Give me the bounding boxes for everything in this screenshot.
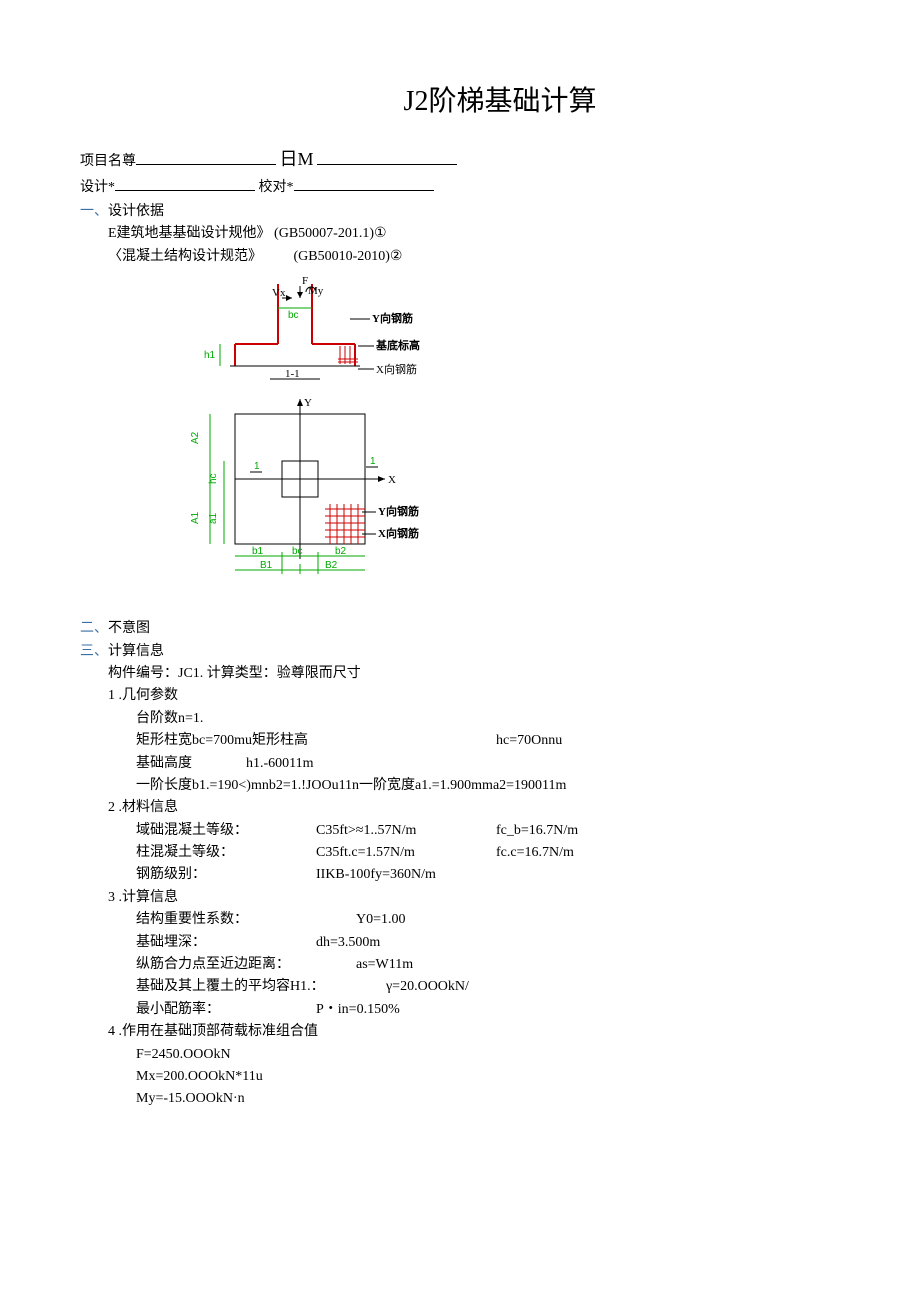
geom-h1a: 基础高度 xyxy=(136,753,246,775)
section-1: 一、设计依据 xyxy=(80,201,840,223)
calc-r4a: 基础及其上覆土的平均容H1.： xyxy=(136,976,386,998)
dim-bc-top: bc xyxy=(288,310,299,321)
sec3-h4: 4 .作用在基础顶部荷载标准组合值 xyxy=(108,1021,840,1043)
mat-r1c: fc_b=16.7N/m xyxy=(496,820,676,842)
mat-r2a: 柱混凝土等级： xyxy=(136,842,316,864)
mat-r2c: fc.c=16.7N/m xyxy=(496,842,676,864)
lbl-sec11: 1-1 xyxy=(285,368,300,380)
mat-r1a: 域础混凝土等级： xyxy=(136,820,316,842)
calc-r5a: 最小配筋率： xyxy=(136,999,316,1021)
mat-r1: 域础混凝土等级： C35ft>≈1..57N/m fc_b=16.7N/m xyxy=(136,820,840,842)
mat-r3a: 钢筋级别： xyxy=(136,864,316,886)
dim-A2: A2 xyxy=(190,431,201,444)
sec3-title: 计算信息 xyxy=(108,644,164,659)
dim-b2: b2 xyxy=(335,546,347,557)
lbl-yrebar2: Y向钢筋 xyxy=(378,504,419,518)
geom-bc-row: 矩形柱宽bc=700mu矩形柱高 hc=70Onnu xyxy=(136,730,840,752)
foundation-diagram: F My Vx bc h1 Y向钢筋 基底标高 X向钢筋 1-1 Y X 1 1 xyxy=(190,274,840,614)
ref2-text: 〈混凝土结构设计规范》 xyxy=(108,249,262,264)
mat-r1b: C35ft>≈1..57N/m xyxy=(316,820,496,842)
geom-b: 一阶长度b1.=190<)mnb2=1.!JOOu11n一阶宽度a1.=1.90… xyxy=(136,775,840,797)
geom-h1b: h1.-60011m xyxy=(246,753,314,775)
lbl-xrebar: X向钢筋 xyxy=(376,362,417,376)
calc-r3a: 纵筋合力点至近边距离： xyxy=(136,954,356,976)
calc-r1: 结构重要性系数： Y0=1.00 xyxy=(136,909,840,931)
calc-r2b: dh=3.500m xyxy=(316,932,380,954)
geom-steps: 台阶数n=1. xyxy=(136,708,840,730)
designer-label: 设计* xyxy=(80,180,115,195)
load-mx: Mx=200.OOOkN*11u xyxy=(136,1066,840,1088)
calc-r5b: P・in=0.150% xyxy=(316,999,400,1021)
mat-r3b: IIKB-100fy=360N/m xyxy=(316,864,496,886)
calc-r5: 最小配筋率： P・in=0.150% xyxy=(136,999,840,1021)
dim-h1: h1 xyxy=(204,350,216,361)
date-label: 日M xyxy=(280,149,314,169)
calc-r4: 基础及其上覆土的平均容H1.： γ=20.OOOkN/ xyxy=(136,976,840,998)
sec2-num: 二、 xyxy=(80,621,108,636)
project-row: 项目名尊 日M xyxy=(80,145,840,174)
load-f: F=2450.OOOkN xyxy=(136,1044,840,1066)
geom-hc: hc=70Onnu xyxy=(496,730,562,752)
dim-a1: a1 xyxy=(208,513,219,525)
sec3-line0: 构件编号：JC1. 计算类型：验尊限而尺寸 xyxy=(108,663,840,685)
date-blank xyxy=(317,150,457,165)
dim-b1: b1 xyxy=(252,546,264,557)
lbl-one-l: 1 xyxy=(254,461,260,472)
lbl-one-r: 1 xyxy=(370,456,376,467)
load-my: My=-15.OOOkN·n xyxy=(136,1088,840,1110)
lbl-Y: Y xyxy=(304,397,312,409)
lbl-baselevel: 基底标高 xyxy=(375,338,420,352)
calc-r1b: Y0=1.00 xyxy=(356,909,406,931)
mat-r2: 柱混凝土等级： C35ft.c=1.57N/m fc.c=16.7N/m xyxy=(136,842,840,864)
sec1-num: 一、 xyxy=(80,204,108,219)
designer-row: 设计* 校对* xyxy=(80,176,840,199)
designer-blank xyxy=(115,176,255,191)
ref2-code: (GB50010-2010)② xyxy=(294,249,403,264)
dim-A1: A1 xyxy=(190,511,201,524)
geom-h1-row: 基础高度 h1.-60011m xyxy=(136,753,840,775)
mat-r3: 钢筋级别： IIKB-100fy=360N/m xyxy=(136,864,840,886)
dim-B1: B1 xyxy=(260,560,273,571)
calc-r2a: 基础埋深： xyxy=(136,932,316,954)
section-2: 二、不意图 xyxy=(80,618,840,640)
calc-r4b: γ=20.OOOkN/ xyxy=(386,976,469,998)
sec1-title: 设计依据 xyxy=(108,204,164,219)
checker-blank xyxy=(294,176,434,191)
lbl-xrebar2: X向钢筋 xyxy=(378,526,419,540)
lbl-yrebar: Y向钢筋 xyxy=(372,311,413,325)
calc-r3b: as=W11m xyxy=(356,954,413,976)
dim-hc: hc xyxy=(208,474,219,485)
calc-r1a: 结构重要性系数： xyxy=(136,909,356,931)
sec2-title: 不意图 xyxy=(108,621,150,636)
sec3-h1: 1 .几何参数 xyxy=(108,685,840,707)
lbl-Vx: Vx xyxy=(272,287,286,299)
lbl-X: X xyxy=(388,474,396,486)
sec3-h2: 2 .材料信息 xyxy=(108,797,840,819)
ref1: E建筑地基基础设计规他》 (GB50007-201.1)① xyxy=(108,223,840,245)
geom-bc: 矩形柱宽bc=700mu矩形柱高 xyxy=(136,730,496,752)
dim-B2: B2 xyxy=(325,560,338,571)
checker-label: 校对* xyxy=(259,180,294,195)
sec3-h3: 3 .计算信息 xyxy=(108,887,840,909)
dim-bc: bc xyxy=(292,546,303,557)
page-title: J2阶梯基础计算 xyxy=(160,80,840,125)
calc-r3: 纵筋合力点至近边距离： as=W11m xyxy=(136,954,840,976)
calc-r2: 基础埋深： dh=3.500m xyxy=(136,932,840,954)
ref2: 〈混凝土结构设计规范》 (GB50010-2010)② xyxy=(108,246,840,268)
project-label: 项目名尊 xyxy=(80,154,136,169)
section-3: 三、计算信息 xyxy=(80,641,840,663)
project-blank xyxy=(136,150,276,165)
sec3-num: 三、 xyxy=(80,644,108,659)
mat-r2b: C35ft.c=1.57N/m xyxy=(316,842,496,864)
